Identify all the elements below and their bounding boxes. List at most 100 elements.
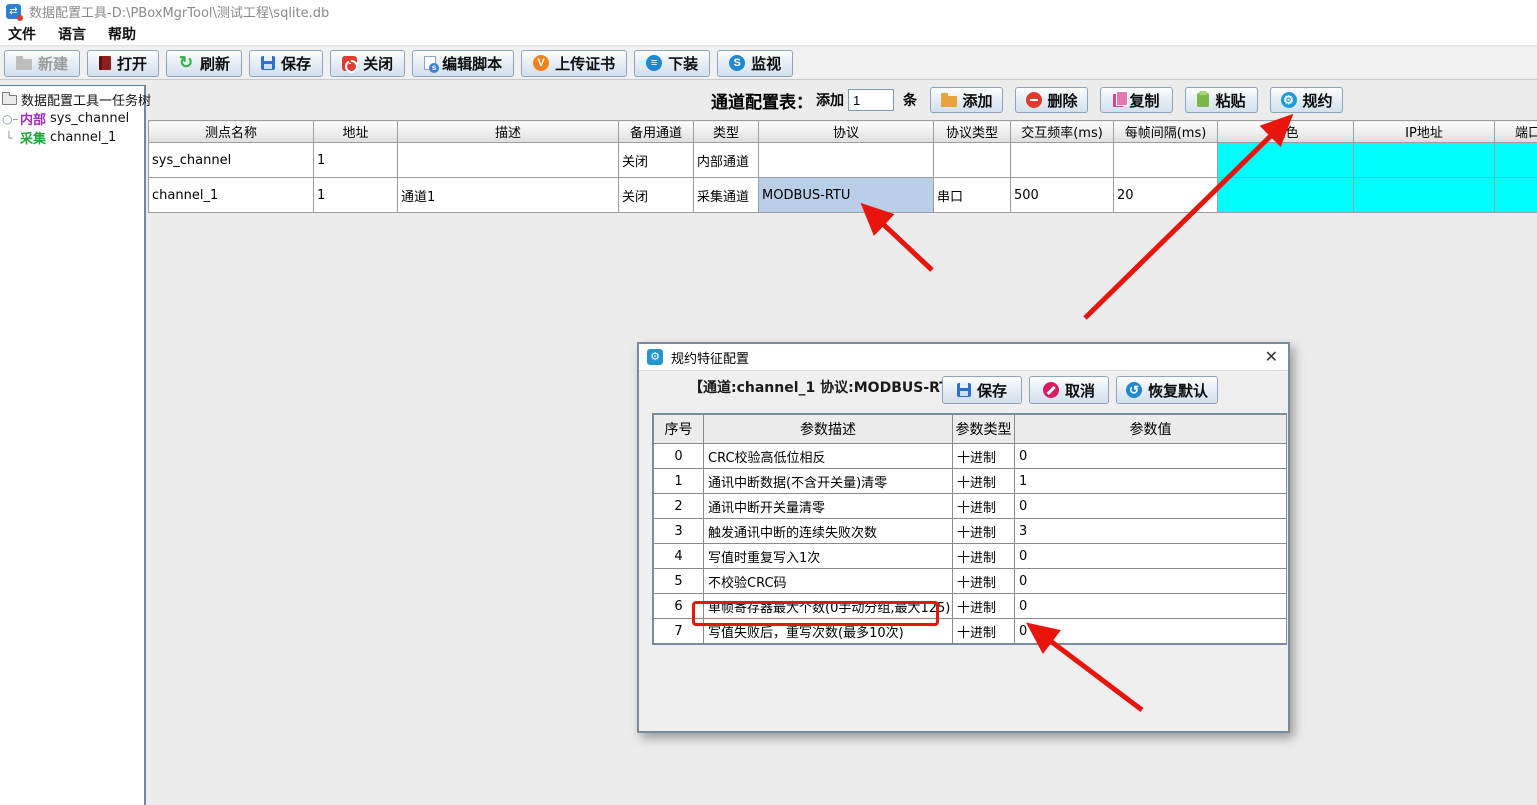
cell-freq[interactable]: [1011, 143, 1114, 178]
new-button[interactable]: 新建: [4, 50, 80, 77]
restore-icon: ↺: [1126, 382, 1142, 398]
tree-item-sys-channel[interactable]: ○– 内部 sys_channel: [2, 109, 142, 128]
copy-button[interactable]: 复制: [1100, 87, 1173, 113]
upload-cert-button[interactable]: V 上传证书: [521, 50, 627, 77]
cell-backup[interactable]: 关闭: [619, 143, 694, 178]
col-header: 端口号: [1495, 121, 1537, 143]
cell-no[interactable]: 2: [654, 494, 704, 519]
cell-color[interactable]: [1218, 178, 1354, 213]
cell-no[interactable]: 7: [654, 619, 704, 644]
cell-color[interactable]: [1218, 143, 1354, 178]
add-count-input[interactable]: [848, 89, 894, 111]
cell-no[interactable]: 3: [654, 519, 704, 544]
refresh-button[interactable]: ↻ 刷新: [166, 50, 242, 77]
cell-param-type[interactable]: 十进制: [953, 519, 1015, 544]
window-titlebar: ⇄ 数据配置工具-D:\PBoxMgrTool\测试工程\sqlite.db: [0, 0, 1537, 22]
edit-script-button[interactable]: 编辑脚本: [412, 50, 514, 77]
table-row: 4 写值时重复写入1次 十进制 0: [654, 544, 1287, 569]
protocol-button[interactable]: ⚙ 规约: [1270, 87, 1343, 113]
cell-param-value[interactable]: 0: [1015, 619, 1287, 644]
paste-button[interactable]: 粘贴: [1185, 87, 1258, 113]
cell-param-type[interactable]: 十进制: [953, 544, 1015, 569]
cell-no[interactable]: 6: [654, 594, 704, 619]
cell-param-type[interactable]: 十进制: [953, 494, 1015, 519]
menu-help[interactable]: 帮助: [108, 24, 136, 44]
cell-freq[interactable]: 500: [1011, 178, 1114, 213]
cell-param-value[interactable]: 0: [1015, 444, 1287, 469]
delete-row-button[interactable]: 删除: [1015, 87, 1088, 113]
cell-param-type[interactable]: 十进制: [953, 444, 1015, 469]
cell-param-value[interactable]: 1: [1015, 469, 1287, 494]
folder-icon: [2, 95, 17, 105]
monitor-button-label: 监视: [751, 53, 781, 74]
cell-param-value[interactable]: 0: [1015, 594, 1287, 619]
save-floppy-icon: [261, 56, 275, 70]
cell-param-value[interactable]: 0: [1015, 544, 1287, 569]
cell-port[interactable]: [1495, 178, 1537, 213]
cell-param-desc[interactable]: 通讯中断数据(不含开关量)清零: [704, 469, 953, 494]
dialog-cancel-label: 取消: [1065, 380, 1095, 401]
cell-param-type[interactable]: 十进制: [953, 569, 1015, 594]
cell-param-desc[interactable]: 写值失败后，重写次数(最多10次): [704, 619, 953, 644]
menu-language[interactable]: 语言: [58, 24, 86, 44]
cell-no[interactable]: 5: [654, 569, 704, 594]
dialog-save-button[interactable]: 保存: [942, 376, 1022, 404]
download-button[interactable]: ≡ 下装: [634, 50, 710, 77]
cell-ptype[interactable]: [934, 143, 1011, 178]
cell-port[interactable]: [1495, 143, 1537, 178]
cell-desc[interactable]: [398, 143, 619, 178]
cell-param-desc[interactable]: 触发通讯中断的连续失败次数: [704, 519, 953, 544]
copy-icon: [1113, 94, 1123, 107]
cell-param-value[interactable]: 3: [1015, 519, 1287, 544]
cell-param-type[interactable]: 十进制: [953, 469, 1015, 494]
cell-ip[interactable]: [1354, 143, 1495, 178]
cell-addr[interactable]: 1: [314, 178, 398, 213]
dialog-title: 规约特征配置: [671, 348, 749, 367]
dialog-restore-default-button[interactable]: ↺ 恢复默认: [1116, 376, 1218, 404]
upload-cert-button-label: 上传证书: [555, 53, 615, 74]
protocol-gear-icon: ⚙: [1281, 92, 1297, 108]
cell-name[interactable]: channel_1: [149, 178, 314, 213]
cell-name[interactable]: sys_channel: [149, 143, 314, 178]
save-button[interactable]: 保存: [249, 50, 323, 77]
monitor-button[interactable]: S 监视: [717, 50, 793, 77]
open-button[interactable]: 打开: [87, 50, 159, 77]
col-header: 序号: [654, 415, 704, 444]
cell-addr[interactable]: 1: [314, 143, 398, 178]
new-folder-icon: [16, 59, 32, 70]
add-row-button[interactable]: 添加: [930, 87, 1003, 113]
cell-interval[interactable]: 20: [1114, 178, 1218, 213]
cell-param-value[interactable]: 0: [1015, 569, 1287, 594]
cell-ip[interactable]: [1354, 178, 1495, 213]
cell-no[interactable]: 0: [654, 444, 704, 469]
cell-protocol[interactable]: [759, 143, 934, 178]
cell-no[interactable]: 4: [654, 544, 704, 569]
close-button[interactable]: 关闭: [330, 50, 405, 77]
tree-item-channel-1[interactable]: └ 采集 channel_1: [2, 128, 142, 147]
open-book-icon: [99, 56, 111, 70]
cell-param-type[interactable]: 十进制: [953, 594, 1015, 619]
cell-param-type[interactable]: 十进制: [953, 619, 1015, 644]
table-row: sys_channel 1 关闭 内部通道: [149, 143, 1537, 178]
dialog-close-icon[interactable]: ✕: [1265, 349, 1278, 365]
tree-root[interactable]: 数据配置工具一任务树: [2, 90, 142, 109]
cell-type[interactable]: 采集通道: [694, 178, 759, 213]
cell-backup[interactable]: 关闭: [619, 178, 694, 213]
cell-param-desc[interactable]: 写值时重复写入1次: [704, 544, 953, 569]
cell-param-desc-highlighted[interactable]: 单帧寄存器最大个数(0手动分组,最大125): [704, 594, 953, 619]
menu-file[interactable]: 文件: [8, 24, 36, 44]
cell-no[interactable]: 1: [654, 469, 704, 494]
main-toolbar: 新建 打开 ↻ 刷新 保存 关闭 编辑脚本 V 上传证书 ≡ 下装: [0, 47, 1537, 80]
cell-desc[interactable]: 通道1: [398, 178, 619, 213]
cell-interval[interactable]: [1114, 143, 1218, 178]
cell-param-value[interactable]: 0: [1015, 494, 1287, 519]
dialog-cancel-button[interactable]: 取消: [1029, 376, 1109, 404]
delete-icon: [1026, 92, 1042, 108]
cell-param-desc[interactable]: CRC校验高低位相反: [704, 444, 953, 469]
cell-type[interactable]: 内部通道: [694, 143, 759, 178]
dialog-titlebar: ⚙ 规约特征配置 ✕: [639, 344, 1288, 370]
cell-param-desc[interactable]: 不校验CRC码: [704, 569, 953, 594]
cell-param-desc[interactable]: 通讯中断开关量清零: [704, 494, 953, 519]
cell-protocol-selected[interactable]: MODBUS-RTU: [759, 178, 934, 213]
cell-ptype[interactable]: 串口: [934, 178, 1011, 213]
